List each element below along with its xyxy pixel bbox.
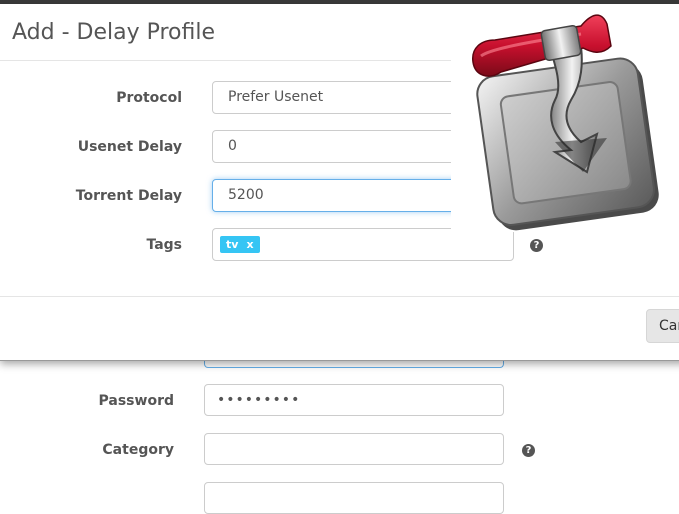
modal-footer: Car xyxy=(0,297,679,360)
torrent-delay-label: Torrent Delay xyxy=(75,188,182,204)
tags-label: Tags xyxy=(146,237,182,253)
background-form: Password ••••••••• Category ? xyxy=(0,354,679,514)
tags-help-icon[interactable]: ? xyxy=(530,239,543,252)
tag-remove-icon[interactable]: x xyxy=(246,238,253,251)
cancel-button[interactable]: Car xyxy=(646,309,679,343)
next-field[interactable] xyxy=(204,482,504,514)
transmission-logo-graphic xyxy=(472,14,659,231)
password-field[interactable]: ••••••••• xyxy=(204,384,504,416)
usenet-delay-label: Usenet Delay xyxy=(77,139,182,155)
tags-input[interactable]: tv x xyxy=(212,228,514,261)
category-help-icon[interactable]: ? xyxy=(522,444,535,457)
category-field[interactable] xyxy=(204,433,504,465)
transmission-logo-icon xyxy=(451,4,679,232)
tag-chip: tv x xyxy=(220,236,260,253)
logo-collar xyxy=(540,24,582,62)
password-label: Password xyxy=(98,393,174,409)
protocol-label: Protocol xyxy=(116,90,182,106)
tag-label: tv xyxy=(226,238,239,251)
category-label: Category xyxy=(102,442,174,458)
